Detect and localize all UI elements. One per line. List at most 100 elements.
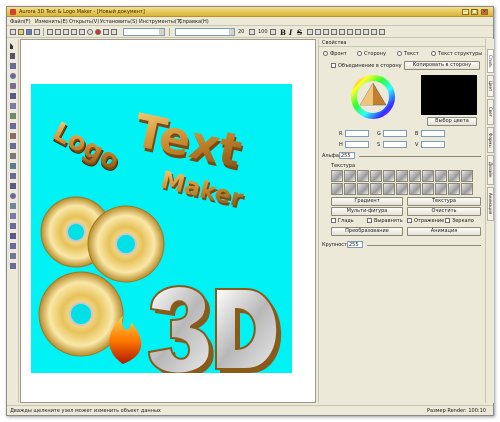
texture-swatch[interactable] [344,170,356,182]
texture-swatch[interactable] [409,170,421,182]
gradient-button[interactable]: Градиент [331,197,403,206]
align-tool-icon[interactable] [10,243,16,249]
menu-edit[interactable]: Изменить(E) [35,19,68,25]
texture-swatch[interactable] [396,170,408,182]
cut-icon[interactable] [47,29,53,35]
tab-color[interactable]: Цвет [487,75,494,97]
star-tool-icon[interactable] [10,93,16,99]
undo-icon[interactable] [71,29,77,35]
spacing-icon[interactable] [339,29,345,35]
tab-light[interactable]: Свет [487,99,494,125]
delete-icon[interactable] [95,29,101,35]
color-wheel[interactable] [349,73,397,121]
r-field[interactable] [345,130,369,137]
ellipse-tool-icon[interactable] [10,73,16,79]
tab-shapes[interactable]: Формы [487,127,494,153]
texture-swatch[interactable] [409,183,421,195]
texture-swatch[interactable] [435,170,447,182]
texture-swatch[interactable] [370,170,382,182]
image-tool-icon[interactable] [10,203,16,209]
align-checkbox[interactable] [367,218,372,223]
texture-swatch[interactable] [331,183,343,195]
texture-swatch[interactable] [357,183,369,195]
save-icon[interactable] [26,29,32,35]
brush-icon[interactable] [111,29,117,35]
design-canvas[interactable]: Logo Logo Text Text Maker Maker [31,84,292,373]
rectangle-tool-icon[interactable] [10,63,16,69]
multi-figure-button[interactable]: Мульти-фигура [331,207,403,216]
print-icon[interactable] [34,29,40,35]
pick-color-button[interactable]: Выбор цвета [427,117,477,126]
g-field[interactable] [383,130,407,137]
text-structure-radio[interactable] [431,51,436,56]
tab-design[interactable]: Дизайн [487,155,494,185]
texture-swatch[interactable] [461,183,473,195]
camera-icon[interactable] [371,29,377,35]
reflection-checkbox[interactable] [407,218,412,223]
new-icon[interactable] [10,29,16,35]
opacity-slider[interactable] [367,245,481,246]
shape-tool-icon[interactable] [10,113,16,119]
frame-tool-icon[interactable] [10,143,16,149]
menu-file[interactable]: Файл(F) [10,19,31,25]
open-icon[interactable] [18,29,24,35]
font-size-spin[interactable] [249,29,255,35]
texture-swatch[interactable] [396,183,408,195]
texture-swatch[interactable] [370,183,382,195]
triangle-tool-icon[interactable] [10,183,16,189]
italic-button[interactable]: I [289,28,292,37]
zoom-tool-icon[interactable] [10,263,16,269]
bold-button[interactable]: B [280,28,286,37]
menu-settings[interactable]: Установить(S) [100,19,137,25]
animation-button[interactable]: Анимация [407,227,481,236]
polygon-tool-icon[interactable] [10,103,16,109]
texture-swatch[interactable] [435,183,447,195]
list-icon[interactable] [363,29,369,35]
s-field[interactable] [383,141,407,148]
add-icon[interactable] [87,29,93,35]
align-justify-icon[interactable] [331,29,337,35]
pen-tool-icon[interactable] [10,173,16,179]
menu-tools[interactable]: Инструменты(T) [139,19,182,25]
menu-help[interactable]: Справка(H) [179,19,209,25]
maximize-button[interactable]: □ [471,9,478,15]
grid-icon[interactable] [355,29,361,35]
b-field[interactable] [421,130,445,137]
redo-icon[interactable] [79,29,85,35]
alpha-field[interactable]: 255 [339,152,355,159]
mirror-checkbox[interactable] [445,218,450,223]
group-tool-icon[interactable] [10,223,16,229]
copy-to-side-button[interactable]: Копировать в сторону [404,61,480,70]
circle-tool-icon[interactable] [10,193,16,199]
texture-swatch[interactable] [422,170,434,182]
text-tool-icon[interactable] [10,53,15,59]
align-left-icon[interactable] [307,29,313,35]
texture-swatch[interactable] [383,170,395,182]
side-radio[interactable] [357,51,362,56]
zoom-spin[interactable] [270,29,276,35]
paste-icon[interactable] [63,29,69,35]
curve-tool-icon[interactable] [10,163,16,169]
texture-swatch[interactable] [422,183,434,195]
v-field[interactable] [421,141,445,148]
layer-tool-icon[interactable] [10,213,16,219]
menu-open[interactable]: Открыть(V) [69,19,99,25]
close-button[interactable]: × [481,9,488,15]
settings-icon[interactable] [103,29,109,35]
h-field[interactable] [345,141,369,148]
texture-swatch[interactable] [331,170,343,182]
style-combo[interactable] [123,28,165,36]
texture-swatch[interactable] [357,170,369,182]
effect-tool-icon[interactable] [10,233,16,239]
texture-swatch[interactable] [448,170,460,182]
line-tool-icon[interactable] [10,153,16,159]
texture-swatch[interactable] [383,183,395,195]
transform-button[interactable]: Преобразование [331,227,403,236]
align-right-icon[interactable] [323,29,329,35]
texture-swatch[interactable] [448,183,460,195]
unify-side-checkbox[interactable] [331,63,336,68]
tab-style[interactable]: Стиль [487,49,494,73]
render-icon[interactable] [379,29,385,35]
clear-button[interactable]: Очистить [407,207,481,216]
texture-button[interactable]: Текстура [407,197,481,206]
